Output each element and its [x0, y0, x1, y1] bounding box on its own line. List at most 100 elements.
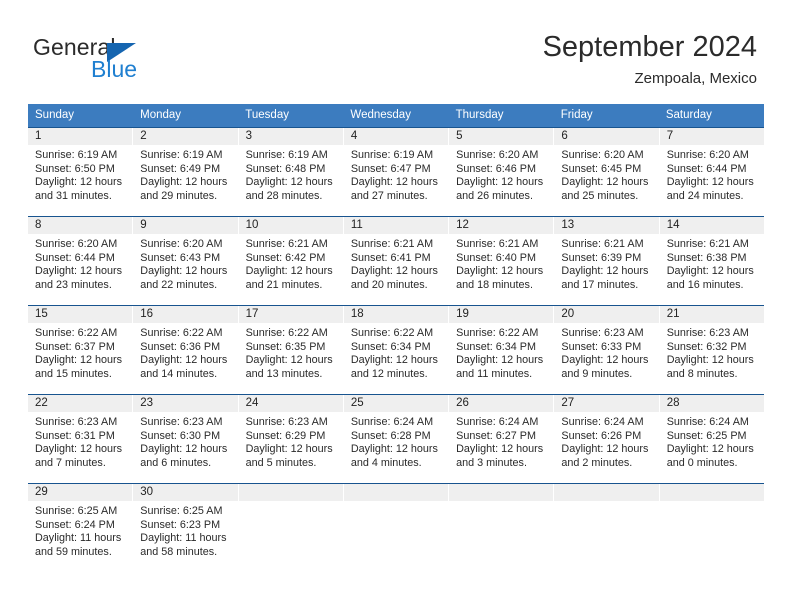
weekday-header-tuesday: Tuesday	[245, 109, 289, 121]
sunrise-text: Sunrise: 6:23 AM	[666, 327, 749, 339]
day-number: 20	[554, 306, 659, 323]
sunrise-text: Sunrise: 6:23 AM	[140, 416, 223, 428]
day-number: 17	[238, 306, 343, 323]
day-number: 24	[238, 395, 343, 412]
daylight-text-line1: Daylight: 12 hours	[666, 443, 754, 456]
day-number: 3	[238, 128, 343, 145]
calendar-page: General Blue September 2024 Zempoala, Me…	[0, 0, 792, 612]
sunrise-text: Sunrise: 6:23 AM	[35, 416, 118, 428]
day-details: Sunrise: 6:21 AM Sunset: 6:38 PM Dayligh…	[660, 234, 764, 292]
sunset-text: Sunset: 6:34 PM	[350, 340, 431, 353]
day-cell[interactable]: 12 Sunrise: 6:21 AM Sunset: 6:40 PM Dayl…	[449, 217, 555, 305]
day-cell-empty	[659, 484, 764, 572]
day-details: Sunrise: 6:20 AM Sunset: 6:44 PM Dayligh…	[660, 145, 764, 203]
sunset-text: Sunset: 6:28 PM	[350, 429, 431, 442]
day-cell[interactable]: 28 Sunrise: 6:24 AM Sunset: 6:25 PM Dayl…	[659, 395, 764, 483]
day-cell[interactable]: 14 Sunrise: 6:21 AM Sunset: 6:38 PM Dayl…	[659, 217, 764, 305]
day-cell[interactable]: 20 Sunrise: 6:23 AM Sunset: 6:33 PM Dayl…	[554, 306, 660, 394]
day-cell[interactable]: 7 Sunrise: 6:20 AM Sunset: 6:44 PM Dayli…	[659, 128, 764, 216]
day-cell[interactable]: 13 Sunrise: 6:21 AM Sunset: 6:39 PM Dayl…	[554, 217, 660, 305]
day-number: 1	[28, 128, 133, 145]
sunrise-text: Sunrise: 6:24 AM	[456, 416, 539, 428]
day-cell[interactable]: 26 Sunrise: 6:24 AM Sunset: 6:27 PM Dayl…	[449, 395, 555, 483]
calendar-week-row: 8 Sunrise: 6:20 AM Sunset: 6:44 PM Dayli…	[28, 216, 764, 305]
day-details: Sunrise: 6:20 AM Sunset: 6:43 PM Dayligh…	[133, 234, 237, 292]
sunset-text: Sunset: 6:36 PM	[140, 340, 221, 353]
day-cell[interactable]: 8 Sunrise: 6:20 AM Sunset: 6:44 PM Dayli…	[28, 217, 134, 305]
day-cell[interactable]: 27 Sunrise: 6:24 AM Sunset: 6:26 PM Dayl…	[554, 395, 660, 483]
day-cell[interactable]: 29 Sunrise: 6:25 AM Sunset: 6:24 PM Dayl…	[28, 484, 134, 572]
day-details: Sunrise: 6:21 AM Sunset: 6:39 PM Dayligh…	[554, 234, 658, 292]
daylight-text-line2: and 24 minutes.	[666, 189, 744, 202]
day-details: Sunrise: 6:21 AM Sunset: 6:42 PM Dayligh…	[239, 234, 343, 292]
day-details: Sunrise: 6:25 AM Sunset: 6:24 PM Dayligh…	[28, 501, 132, 559]
day-cell[interactable]: 23 Sunrise: 6:23 AM Sunset: 6:30 PM Dayl…	[133, 395, 239, 483]
day-details: Sunrise: 6:25 AM Sunset: 6:23 PM Dayligh…	[133, 501, 237, 559]
sunrise-text: Sunrise: 6:20 AM	[140, 238, 223, 250]
day-details: Sunrise: 6:19 AM Sunset: 6:49 PM Dayligh…	[133, 145, 237, 203]
daylight-text-line1: Daylight: 12 hours	[245, 265, 333, 278]
sunrise-text: Sunrise: 6:20 AM	[561, 149, 644, 161]
day-details: Sunrise: 6:23 AM Sunset: 6:30 PM Dayligh…	[133, 412, 237, 470]
day-details: Sunrise: 6:21 AM Sunset: 6:40 PM Dayligh…	[449, 234, 553, 292]
title-block: September 2024 Zempoala, Mexico	[543, 30, 757, 89]
day-number: 7	[659, 128, 764, 145]
day-cell[interactable]: 4 Sunrise: 6:19 AM Sunset: 6:47 PM Dayli…	[343, 128, 450, 216]
day-cell[interactable]: 2 Sunrise: 6:19 AM Sunset: 6:49 PM Dayli…	[133, 128, 239, 216]
sunrise-text: Sunrise: 6:24 AM	[561, 416, 644, 428]
calendar-week-row: 22 Sunrise: 6:23 AM Sunset: 6:31 PM Dayl…	[28, 394, 764, 483]
day-number: 19	[449, 306, 554, 323]
day-number: 23	[133, 395, 238, 412]
sunset-text: Sunset: 6:43 PM	[140, 251, 221, 264]
daylight-text-line1: Daylight: 12 hours	[350, 265, 438, 278]
day-cell[interactable]: 11 Sunrise: 6:21 AM Sunset: 6:41 PM Dayl…	[343, 217, 450, 305]
sunset-text: Sunset: 6:44 PM	[666, 162, 747, 175]
daylight-text-line1: Daylight: 12 hours	[35, 265, 123, 278]
day-cell[interactable]: 6 Sunrise: 6:20 AM Sunset: 6:45 PM Dayli…	[554, 128, 660, 216]
sunrise-text: Sunrise: 6:24 AM	[666, 416, 749, 428]
general-blue-logo[interactable]: General Blue	[33, 34, 233, 86]
day-cell[interactable]: 22 Sunrise: 6:23 AM Sunset: 6:31 PM Dayl…	[28, 395, 134, 483]
day-cell[interactable]: 16 Sunrise: 6:22 AM Sunset: 6:36 PM Dayl…	[133, 306, 239, 394]
sunset-text: Sunset: 6:25 PM	[666, 429, 747, 442]
sunrise-text: Sunrise: 6:25 AM	[140, 505, 223, 517]
day-cell[interactable]: 1 Sunrise: 6:19 AM Sunset: 6:50 PM Dayli…	[28, 128, 134, 216]
daylight-text-line2: and 4 minutes.	[350, 456, 422, 469]
sunset-text: Sunset: 6:27 PM	[456, 429, 536, 442]
sunrise-text: Sunrise: 6:25 AM	[35, 505, 118, 517]
sunrise-text: Sunrise: 6:19 AM	[140, 149, 223, 161]
sunrise-text: Sunrise: 6:23 AM	[561, 327, 644, 339]
day-details: Sunrise: 6:22 AM Sunset: 6:37 PM Dayligh…	[28, 323, 132, 381]
day-cell[interactable]: 19 Sunrise: 6:22 AM Sunset: 6:34 PM Dayl…	[449, 306, 555, 394]
day-cell[interactable]: 30 Sunrise: 6:25 AM Sunset: 6:23 PM Dayl…	[133, 484, 239, 572]
daylight-text-line1: Daylight: 12 hours	[140, 176, 228, 189]
day-cell[interactable]: 9 Sunrise: 6:20 AM Sunset: 6:43 PM Dayli…	[133, 217, 239, 305]
day-number	[449, 484, 554, 501]
day-details: Sunrise: 6:19 AM Sunset: 6:47 PM Dayligh…	[344, 145, 448, 203]
daylight-text-line2: and 28 minutes.	[245, 189, 323, 202]
day-cell[interactable]: 25 Sunrise: 6:24 AM Sunset: 6:28 PM Dayl…	[343, 395, 450, 483]
sunset-text: Sunset: 6:26 PM	[561, 429, 642, 442]
day-number: 12	[449, 217, 554, 234]
day-cell[interactable]: 3 Sunrise: 6:19 AM Sunset: 6:48 PM Dayli…	[238, 128, 344, 216]
daylight-text-line2: and 58 minutes.	[140, 545, 218, 558]
day-cell[interactable]: 17 Sunrise: 6:22 AM Sunset: 6:35 PM Dayl…	[238, 306, 344, 394]
day-details: Sunrise: 6:21 AM Sunset: 6:41 PM Dayligh…	[344, 234, 448, 292]
day-cell[interactable]: 15 Sunrise: 6:22 AM Sunset: 6:37 PM Dayl…	[28, 306, 134, 394]
sunrise-text: Sunrise: 6:22 AM	[456, 327, 539, 339]
day-cell[interactable]: 24 Sunrise: 6:23 AM Sunset: 6:29 PM Dayl…	[238, 395, 344, 483]
day-cell-empty	[554, 484, 660, 572]
day-number: 28	[659, 395, 764, 412]
sunrise-text: Sunrise: 6:24 AM	[350, 416, 434, 428]
day-cell[interactable]: 21 Sunrise: 6:23 AM Sunset: 6:32 PM Dayl…	[659, 306, 764, 394]
day-cell[interactable]: 18 Sunrise: 6:22 AM Sunset: 6:34 PM Dayl…	[343, 306, 450, 394]
sunrise-text: Sunrise: 6:21 AM	[245, 238, 328, 250]
day-details: Sunrise: 6:24 AM Sunset: 6:26 PM Dayligh…	[554, 412, 658, 470]
day-cell[interactable]: 5 Sunrise: 6:20 AM Sunset: 6:46 PM Dayli…	[449, 128, 555, 216]
day-number: 27	[554, 395, 659, 412]
weekday-header-sunday: Sunday	[35, 109, 75, 121]
daylight-text-line2: and 2 minutes.	[561, 456, 633, 469]
day-cell[interactable]: 10 Sunrise: 6:21 AM Sunset: 6:42 PM Dayl…	[238, 217, 344, 305]
daylight-text-line2: and 14 minutes.	[140, 367, 218, 380]
sunrise-text: Sunrise: 6:20 AM	[666, 149, 749, 161]
